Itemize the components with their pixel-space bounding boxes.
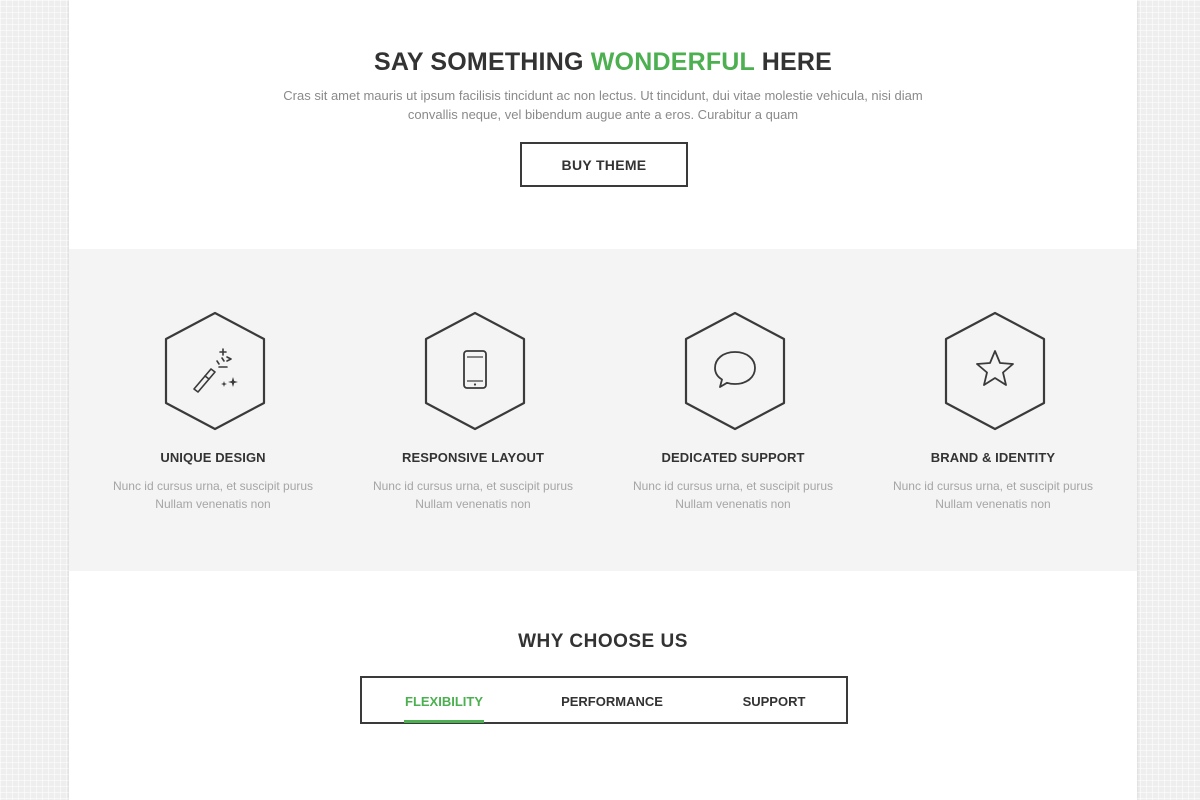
chat-bubble-icon [684, 311, 786, 431]
feature-title: DEDICATED SUPPORT [661, 450, 805, 465]
smartphone-icon [424, 311, 526, 431]
hero-title: SAY SOMETHING WONDERFUL HERE [69, 48, 1137, 77]
hero-title-accent: WONDERFUL [590, 48, 755, 76]
feature-unique-design: UNIQUE DESIGN Nunc id cursus urna, et su… [83, 249, 343, 571]
feature-brand-identity: BRAND & IDENTITY Nunc id cursus urna, et… [863, 249, 1123, 571]
magic-wand-icon [164, 311, 266, 431]
page-container: SAY SOMETHING WONDERFUL HERE Cras sit am… [69, 0, 1137, 800]
active-tab-indicator [404, 720, 484, 723]
feature-title: RESPONSIVE LAYOUT [401, 450, 545, 465]
feature-description: Nunc id cursus urna, et suscipit purus N… [112, 479, 314, 511]
feature-title: BRAND & IDENTITY [930, 450, 1056, 465]
hero-title-end: HERE [754, 48, 832, 76]
feature-dedicated-support: DEDICATED SUPPORT Nunc id cursus urna, e… [603, 249, 863, 571]
hero-section: SAY SOMETHING WONDERFUL HERE Cras sit am… [69, 0, 1137, 249]
buy-theme-button[interactable]: BUY THEME [520, 142, 688, 187]
star-icon [944, 311, 1046, 431]
feature-description: Nunc id cursus urna, et suscipit purus N… [372, 479, 574, 511]
why-tabs: FLEXIBILITY PERFORMANCE SUPPORT [360, 676, 848, 724]
feature-title: UNIQUE DESIGN [160, 450, 266, 465]
why-choose-us-title: WHY CHOOSE US [518, 631, 688, 652]
feature-description: Nunc id cursus urna, et suscipit purus N… [892, 479, 1094, 511]
tab-performance[interactable]: PERFORMANCE [548, 678, 676, 722]
hero-title-start: SAY SOMETHING [374, 48, 591, 76]
feature-description: Nunc id cursus urna, et suscipit purus N… [632, 479, 834, 511]
feature-responsive-layout: RESPONSIVE LAYOUT Nunc id cursus urna, e… [343, 249, 603, 571]
features-section: UNIQUE DESIGN Nunc id cursus urna, et su… [69, 249, 1137, 571]
tab-support[interactable]: SUPPORT [724, 678, 824, 722]
tab-flexibility[interactable]: FLEXIBILITY [386, 678, 502, 722]
hero-description: Cras sit amet mauris ut ipsum facilisis … [283, 88, 923, 122]
